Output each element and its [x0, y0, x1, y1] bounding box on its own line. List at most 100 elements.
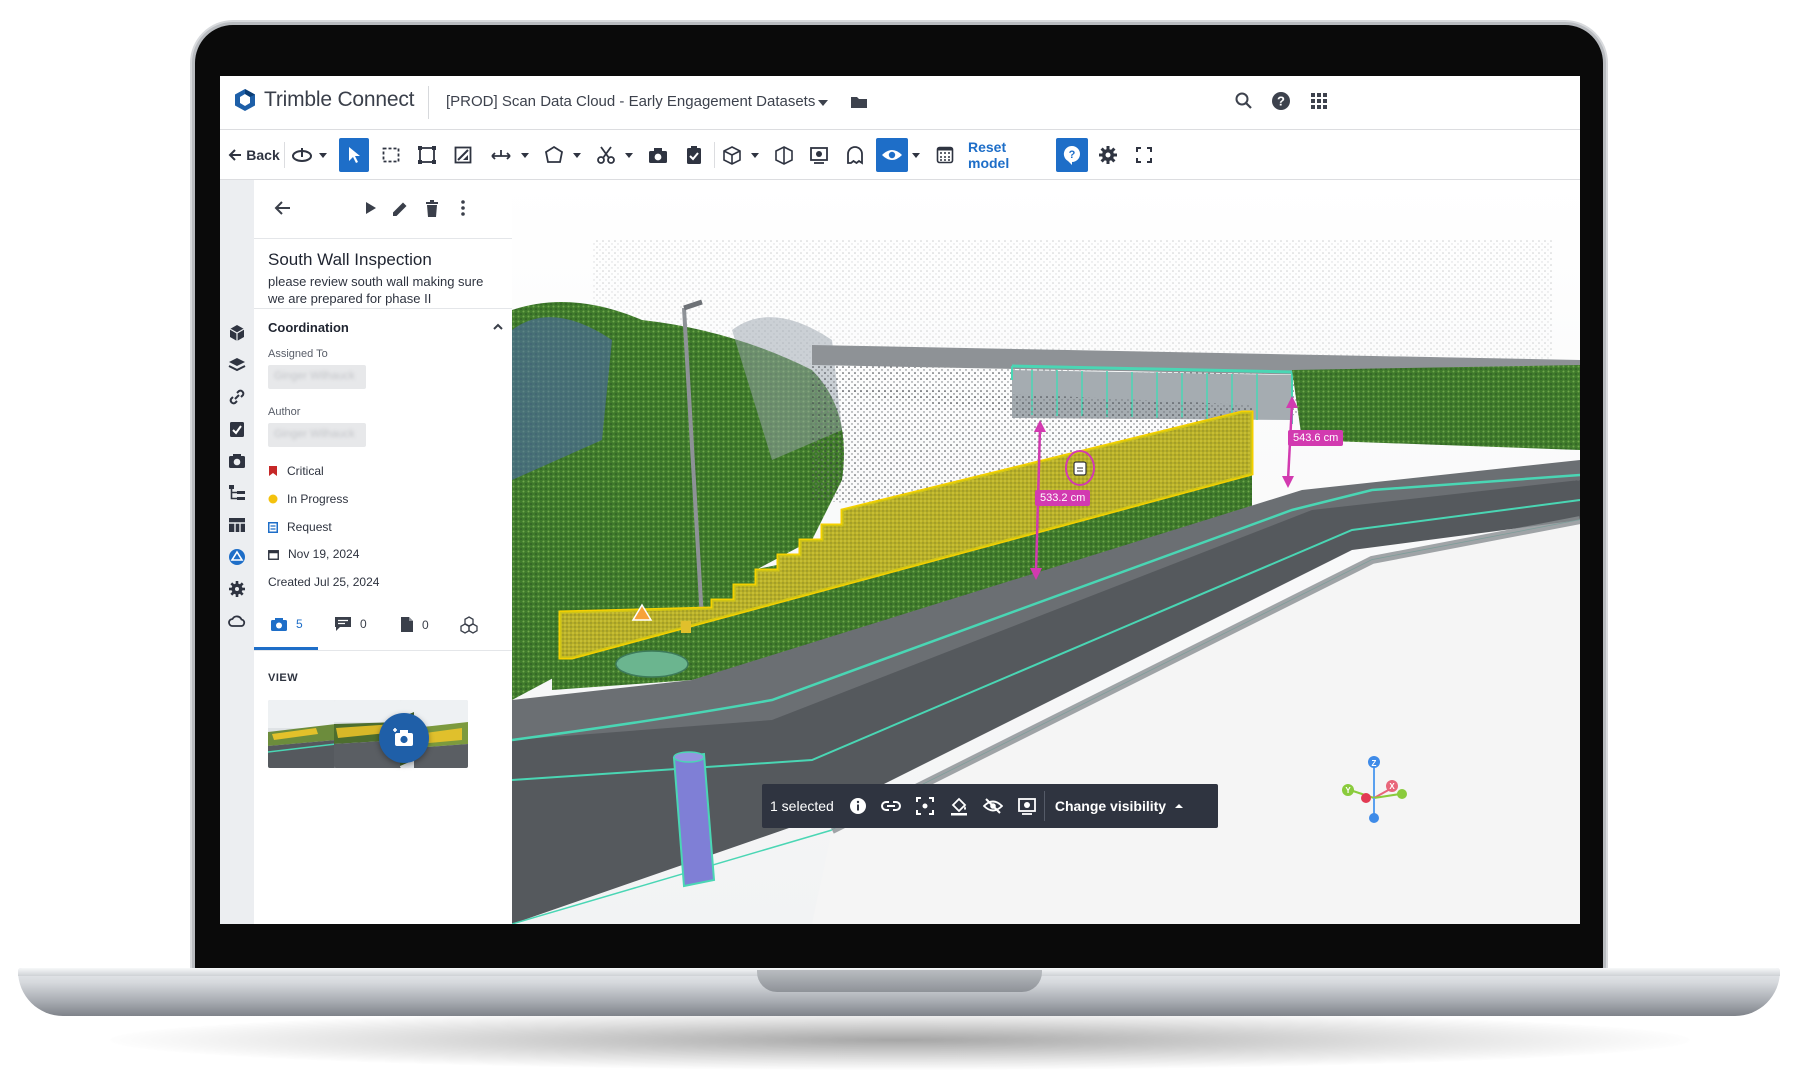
- link-selection-button[interactable]: [874, 799, 908, 813]
- paint-bucket-icon: [950, 797, 967, 816]
- area-select-button[interactable]: [377, 138, 405, 172]
- measure-tool-button[interactable]: [486, 138, 516, 172]
- info-button[interactable]: [842, 797, 874, 815]
- panel-header: [254, 180, 512, 239]
- clip-tool-button[interactable]: [592, 138, 620, 172]
- select-tool-button[interactable]: [339, 138, 369, 172]
- reset-model-button[interactable]: Reset model: [968, 138, 1048, 172]
- render-mode-button[interactable]: [805, 138, 833, 172]
- logo[interactable]: Trimble Connect: [234, 88, 414, 112]
- chevron-down-icon[interactable]: [818, 100, 828, 106]
- add-view-button[interactable]: [379, 713, 429, 763]
- snapshot-button[interactable]: [644, 138, 672, 172]
- status-dot-icon: [268, 494, 278, 504]
- tab-views[interactable]: 5: [270, 616, 303, 632]
- cube-icon[interactable]: [228, 324, 246, 342]
- author-value: Ginger Wilhauck: [274, 428, 355, 440]
- axis-z-label: Z: [1372, 759, 1377, 768]
- due-date-row[interactable]: Nov 19, 2024: [268, 547, 359, 561]
- settings-icon[interactable]: [228, 580, 246, 598]
- tab-comments[interactable]: 0: [334, 616, 367, 632]
- color-fill-button[interactable]: [942, 796, 976, 816]
- fullscreen-button[interactable]: [1130, 138, 1158, 172]
- active-tab-indicator: [254, 647, 318, 650]
- layers-icon[interactable]: [228, 356, 246, 374]
- tab-documents[interactable]: 0: [400, 616, 429, 633]
- clipboard-check-icon: [687, 146, 701, 164]
- project-name[interactable]: [PROD] Scan Data Cloud - Early Engagemen…: [446, 93, 815, 110]
- axis-y-label: Y: [1345, 786, 1351, 795]
- markup-shape-button[interactable]: [540, 138, 568, 172]
- caret-down-icon: [319, 152, 327, 158]
- 3d-viewer-canvas[interactable]: Z Y X 533.2 cm 543.6 cm 1 selected Chang…: [512, 180, 1580, 924]
- section-plane-button[interactable]: [449, 138, 477, 172]
- measure-dropdown[interactable]: [518, 138, 532, 172]
- create-todo-button[interactable]: [680, 138, 708, 172]
- status-row[interactable]: In Progress: [268, 492, 348, 506]
- scissors-icon: [597, 146, 615, 164]
- gear-icon: [1099, 146, 1117, 164]
- link-icon[interactable]: [228, 388, 246, 406]
- hide-selection-button[interactable]: [976, 798, 1010, 814]
- reset-model-label: Reset model: [968, 139, 1010, 171]
- edit-pencil-icon[interactable]: [391, 200, 409, 218]
- checklist-icon[interactable]: [228, 420, 246, 438]
- render-mode-icon: [810, 147, 828, 164]
- dimension-label-right-height[interactable]: 543.6 cm: [1288, 430, 1344, 446]
- type-row[interactable]: Request: [268, 520, 332, 534]
- author-label: Author: [268, 406, 301, 418]
- author-field[interactable]: Ginger Wilhauck: [268, 423, 366, 447]
- trash-icon[interactable]: [425, 200, 439, 218]
- bounding-box-icon: [418, 146, 436, 164]
- arrow-left-icon[interactable]: [274, 200, 292, 216]
- issues-help-button[interactable]: ?: [1056, 138, 1088, 172]
- table-icon[interactable]: [228, 516, 246, 534]
- bounding-box-button[interactable]: [413, 138, 441, 172]
- back-button[interactable]: Back: [228, 138, 280, 172]
- top-bar: Trimble Connect [PROD] Scan Data Cloud -…: [220, 76, 1580, 130]
- play-icon[interactable]: [364, 200, 378, 216]
- focus-selection-button[interactable]: [908, 797, 942, 815]
- apps-grid-icon[interactable]: [1309, 91, 1329, 111]
- search-icon[interactable]: [1234, 91, 1254, 111]
- dimension-label-wall-height[interactable]: 533.2 cm: [1035, 490, 1091, 506]
- issues-icon[interactable]: [228, 548, 246, 566]
- ghost-mode-button[interactable]: [841, 138, 869, 172]
- folder-icon[interactable]: [850, 94, 868, 110]
- cloud-icon[interactable]: [228, 612, 246, 630]
- section-plane-icon: [454, 146, 472, 164]
- box-view-button[interactable]: [770, 138, 798, 172]
- tree-icon[interactable]: [228, 484, 246, 502]
- settings-button[interactable]: [1094, 138, 1122, 172]
- calendar-icon: [268, 549, 279, 560]
- documents-count: 0: [422, 617, 429, 632]
- orbit-icon: [292, 148, 312, 162]
- orbit-dropdown[interactable]: [316, 138, 330, 172]
- camera-icon[interactable]: [228, 452, 246, 470]
- orbit-tool-button[interactable]: [290, 138, 314, 172]
- priority-value: Critical: [287, 464, 324, 478]
- assigned-to-field[interactable]: Ginger Wilhauck: [268, 365, 366, 389]
- arrow-left-icon: [228, 149, 242, 161]
- measure-icon: [491, 150, 511, 160]
- created-row: Created Jul 25, 2024: [268, 575, 379, 589]
- box-icon: [775, 146, 793, 165]
- view-thumbnail[interactable]: [268, 700, 336, 768]
- tab-models[interactable]: [460, 616, 486, 634]
- change-visibility-button[interactable]: Change visibility: [1045, 798, 1194, 814]
- trimble-logo-icon: [235, 89, 255, 111]
- point-cloud-button[interactable]: [931, 138, 959, 172]
- object-dropdown[interactable]: [748, 138, 762, 172]
- priority-row[interactable]: Critical: [268, 464, 324, 478]
- chevron-up-icon[interactable]: [492, 322, 504, 332]
- visibility-button[interactable]: [876, 138, 908, 172]
- markup-dropdown[interactable]: [570, 138, 584, 172]
- isolate-selection-button[interactable]: [1010, 797, 1044, 815]
- dashed-rectangle-icon: [382, 147, 400, 163]
- help-icon[interactable]: ?: [1271, 91, 1291, 111]
- 3d-object-button[interactable]: [718, 138, 746, 172]
- more-vertical-icon[interactable]: [460, 200, 466, 216]
- clip-dropdown[interactable]: [622, 138, 636, 172]
- created-value: Created Jul 25, 2024: [268, 575, 380, 589]
- visibility-dropdown[interactable]: [909, 138, 923, 172]
